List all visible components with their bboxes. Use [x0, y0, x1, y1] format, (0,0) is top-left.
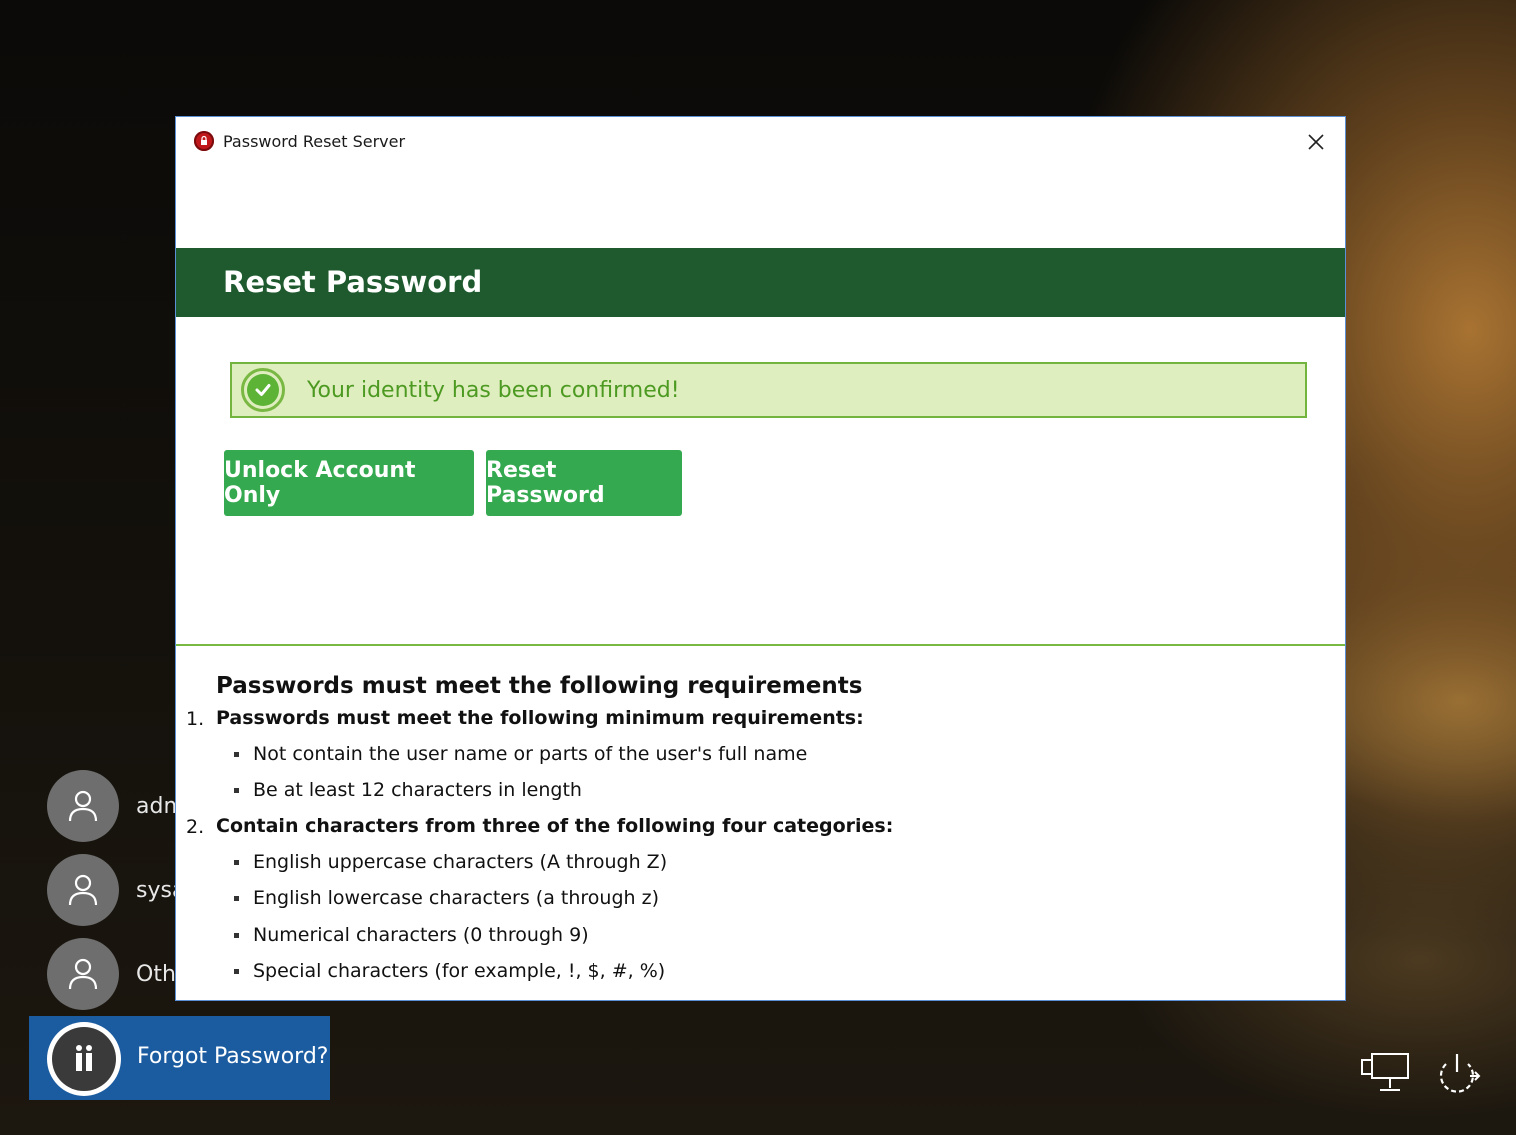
requirement-number-1: 1.: [186, 708, 205, 730]
unlock-account-button[interactable]: Unlock Account Only: [224, 450, 474, 516]
requirement-bullet: Be at least 12 characters in length: [253, 779, 582, 801]
user-avatar-3[interactable]: [47, 938, 119, 1010]
password-reset-dialog: Password Reset Server Reset Password You…: [175, 116, 1346, 1001]
requirement-number-2: 2.: [186, 816, 205, 838]
bullet-marker: [234, 896, 239, 901]
user-avatar-2[interactable]: [47, 854, 119, 926]
requirements-heading: Passwords must meet the following requir…: [216, 673, 863, 699]
reset-password-banner: Reset Password: [176, 248, 1345, 317]
bullet-marker: [234, 752, 239, 757]
requirement-bullet: Special characters (for example, !, $, #…: [253, 960, 666, 982]
requirement-title-1: Passwords must meet the following minimu…: [216, 707, 864, 729]
bullet-marker: [234, 788, 239, 793]
titlebar: Password Reset Server: [176, 117, 1345, 167]
close-icon: [1308, 134, 1324, 150]
banner-title: Reset Password: [223, 265, 483, 299]
confirmation-message: Your identity has been confirmed!: [307, 378, 680, 403]
network-icon[interactable]: [1360, 1050, 1410, 1100]
bullet-marker: [234, 860, 239, 865]
user-icon: [68, 874, 98, 906]
requirement-bullet: English lowercase characters (a through …: [253, 887, 659, 909]
check-circle-icon: [241, 368, 285, 412]
requirement-title-2: Contain characters from three of the fol…: [216, 815, 894, 837]
power-icon[interactable]: [1432, 1050, 1482, 1100]
requirement-bullet: Numerical characters (0 through 9): [253, 924, 589, 946]
forgot-password-button[interactable]: Forgot Password?: [29, 1016, 330, 1100]
requirement-bullet: English uppercase characters (A through …: [253, 851, 668, 873]
identity-confirmed-alert: Your identity has been confirmed!: [230, 362, 1307, 418]
user-icon: [68, 790, 98, 822]
reset-password-button[interactable]: Reset Password: [486, 450, 682, 516]
forgot-password-label: Forgot Password?: [137, 1044, 329, 1069]
bullet-marker: [234, 933, 239, 938]
bullet-marker: [234, 969, 239, 974]
user-name-3[interactable]: Oth: [136, 962, 176, 987]
user-icon: [68, 958, 98, 990]
app-lock-icon: [194, 131, 214, 151]
user-avatar-1[interactable]: [47, 770, 119, 842]
divider: [176, 644, 1345, 646]
close-button[interactable]: [1299, 125, 1333, 159]
forgot-password-icon: [47, 1022, 121, 1096]
window-title: Password Reset Server: [223, 132, 406, 151]
requirement-bullet: Not contain the user name or parts of th…: [253, 743, 808, 765]
